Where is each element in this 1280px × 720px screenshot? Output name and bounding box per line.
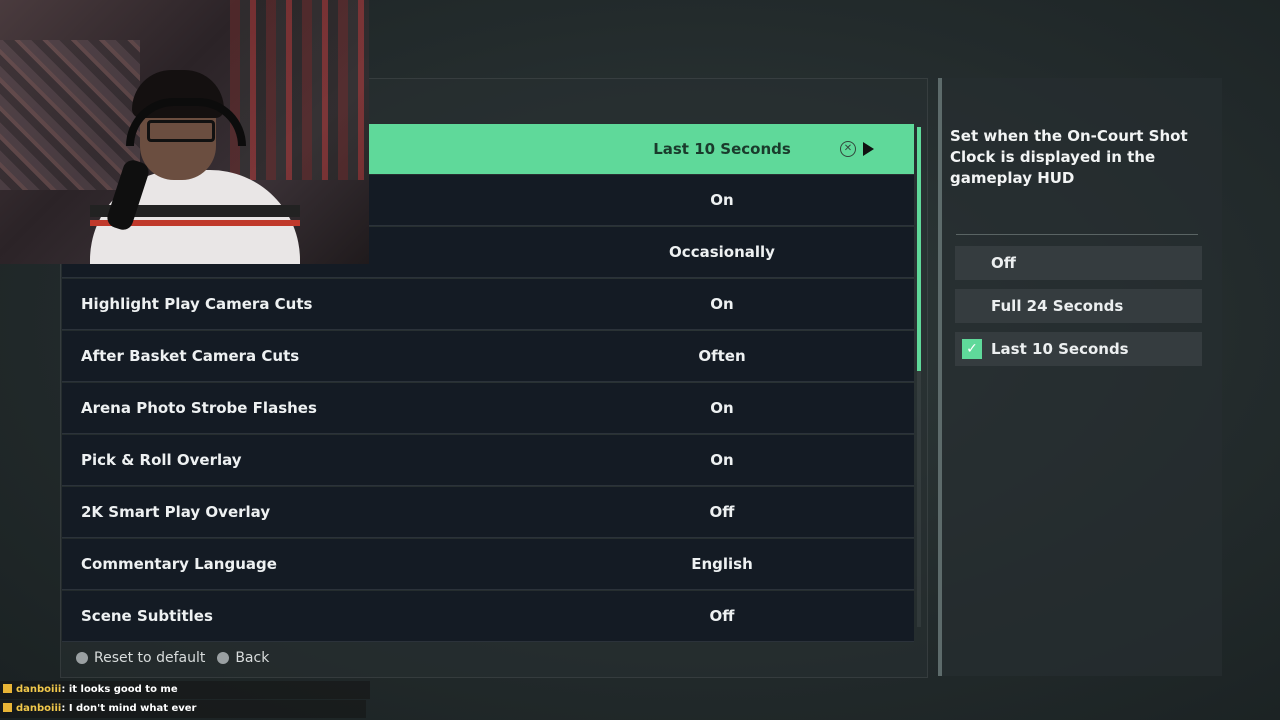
- chat-message: danboiii: it looks good to me: [0, 681, 370, 699]
- setting-label: Pick & Roll Overlay: [81, 451, 242, 469]
- checkmark-icon: ✓: [962, 339, 982, 359]
- option-full-24-seconds[interactable]: Full 24 Seconds: [955, 289, 1202, 323]
- chat-message: danboiii: I don't mind what ever: [0, 700, 366, 718]
- setting-value: Off: [709, 503, 735, 521]
- button-prompt-bar: Reset to default Back: [62, 640, 912, 676]
- chat-username: danboiii: [16, 684, 62, 695]
- webcam-background-shelf: [230, 0, 369, 180]
- setting-value: Last 10 Seconds: [653, 140, 791, 158]
- scrollbar-thumb[interactable]: [917, 127, 921, 371]
- settings-row-highlight-play-camera-cuts[interactable]: Highlight Play Camera Cuts On: [62, 279, 914, 330]
- option-last-10-seconds[interactable]: ✓ Last 10 Seconds: [955, 332, 1202, 366]
- option-label: Full 24 Seconds: [991, 297, 1124, 315]
- arrow-right-icon[interactable]: [863, 142, 874, 156]
- settings-row-after-basket-camera-cuts[interactable]: After Basket Camera Cuts Often: [62, 331, 914, 382]
- setting-value: On: [710, 451, 734, 469]
- setting-value: Occasionally: [669, 243, 775, 261]
- webcam-background-wall: [0, 40, 140, 190]
- subscriber-badge-icon: [3, 703, 12, 712]
- setting-label: Arena Photo Strobe Flashes: [81, 399, 317, 417]
- setting-value: On: [710, 191, 734, 209]
- webcam-person-glasses: [147, 120, 215, 142]
- back-label: Back: [235, 650, 270, 666]
- circle-x-icon[interactable]: ✕: [840, 141, 856, 157]
- setting-label: Commentary Language: [81, 555, 277, 573]
- setting-label: Highlight Play Camera Cuts: [81, 295, 313, 313]
- setting-value: Often: [698, 347, 746, 365]
- settings-row-smart-play-overlay[interactable]: 2K Smart Play Overlay Off: [62, 487, 914, 538]
- settings-scrollbar[interactable]: [917, 127, 921, 627]
- chat-text: : I don't mind what ever: [61, 703, 197, 714]
- setting-value: Off: [709, 607, 735, 625]
- chat-username: danboiii: [16, 703, 62, 714]
- settings-row-commentary-language[interactable]: Commentary Language English: [62, 539, 914, 590]
- settings-row-pick-roll-overlay[interactable]: Pick & Roll Overlay On: [62, 435, 914, 486]
- chat-text: : it looks good to me: [61, 684, 178, 695]
- settings-row-arena-photo-strobe-flashes[interactable]: Arena Photo Strobe Flashes On: [62, 383, 914, 434]
- back-button[interactable]: Back: [217, 650, 269, 666]
- webcam-overlay: [0, 0, 369, 264]
- divider: [956, 234, 1198, 235]
- setting-label: 2K Smart Play Overlay: [81, 503, 271, 521]
- option-label: Off: [991, 254, 1016, 272]
- setting-value: English: [691, 555, 753, 573]
- settings-row-scene-subtitles[interactable]: Scene Subtitles Off: [62, 591, 914, 642]
- setting-label: After Basket Camera Cuts: [81, 347, 300, 365]
- controller-button-icon: [217, 652, 230, 664]
- option-off[interactable]: Off: [955, 246, 1202, 280]
- setting-value: On: [710, 399, 734, 417]
- subscriber-badge-icon: [3, 684, 12, 693]
- reset-label: Reset to default: [94, 650, 206, 666]
- option-label: Last 10 Seconds: [991, 340, 1129, 358]
- setting-description: Set when the On-Court Shot Clock is disp…: [950, 127, 1188, 187]
- reset-to-default-button[interactable]: Reset to default: [76, 650, 205, 666]
- setting-value: On: [710, 295, 734, 313]
- setting-label: Scene Subtitles: [81, 607, 213, 625]
- controller-button-icon: [76, 652, 88, 664]
